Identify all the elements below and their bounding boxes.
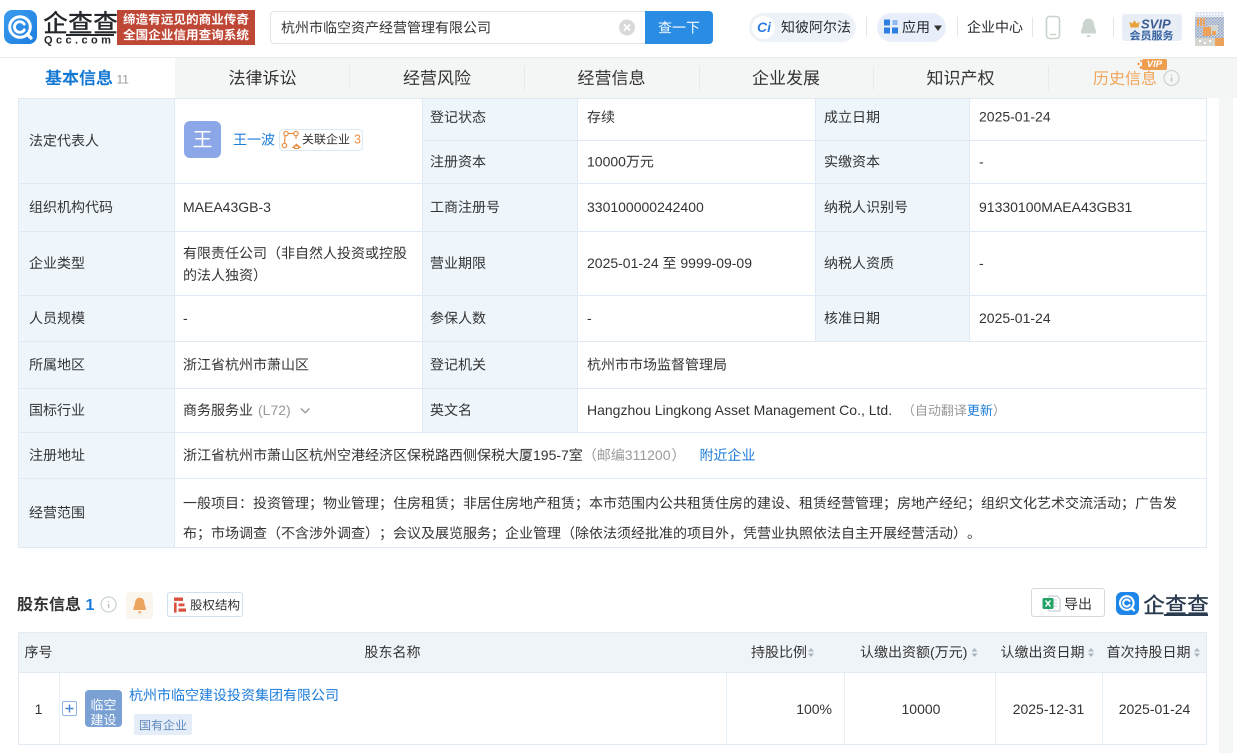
svg-text:311200: 311200 [625,447,671,463]
svg-text:91330100MAEA43GB31: 91330100MAEA43GB31 [979,199,1133,215]
svg-text:195-7: 195-7 [533,447,569,463]
svg-text:-: - [979,255,984,271]
svg-text:-: - [183,310,188,326]
svg-text:10000: 10000 [587,154,626,170]
svg-text:MAEA43GB-3: MAEA43GB-3 [183,199,271,215]
svg-text:-: - [587,310,592,326]
svg-text:(L72): (L72) [258,402,291,418]
svg-text:-: - [979,154,984,170]
svg-text:9999-09-09: 9999-09-09 [680,255,752,271]
svg-text:2025-01-24: 2025-01-24 [587,255,659,271]
svg-text:Hangzhou Lingkong Asset Manage: Hangzhou Lingkong Asset Management Co., … [587,402,892,418]
svg-text:Qcc.com: Qcc.com [44,35,114,47]
svg-text:2025-01-24: 2025-01-24 [979,310,1051,326]
svg-text:1: 1 [86,597,95,614]
svg-text:2025-01-24: 2025-01-24 [979,109,1051,125]
svg-text:330100000242400: 330100000242400 [587,199,704,215]
